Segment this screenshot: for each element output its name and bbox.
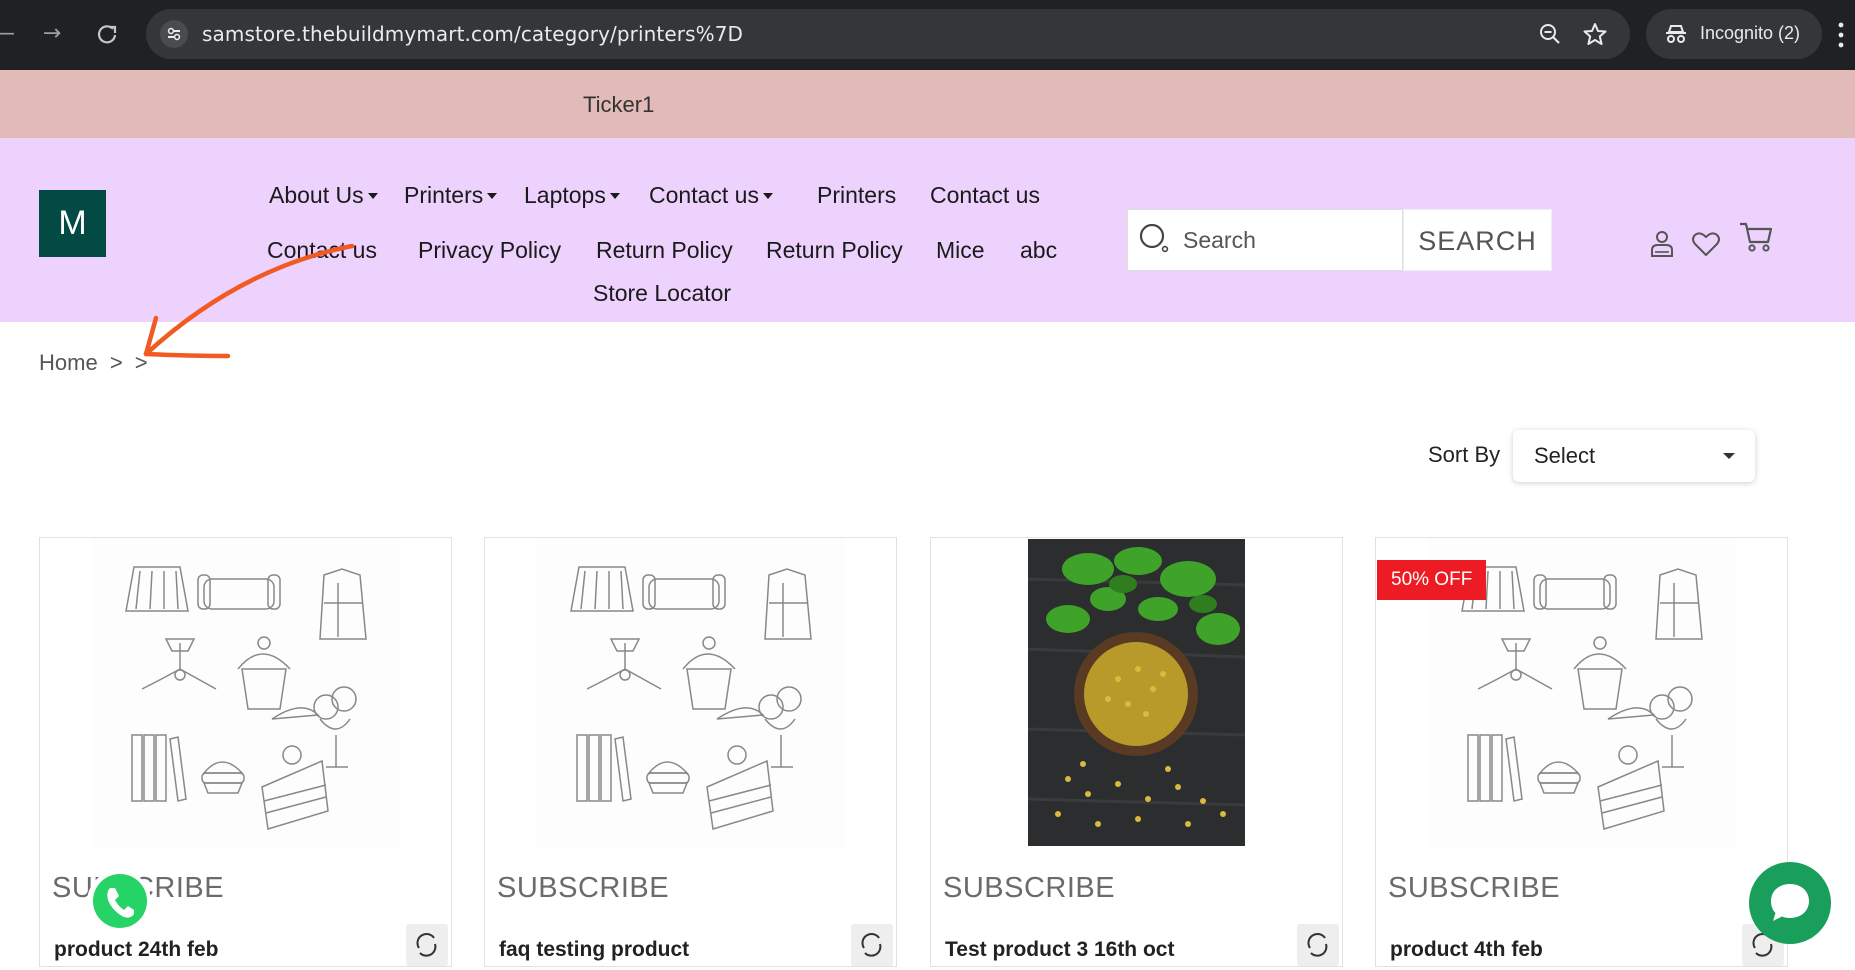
browser-menu-icon[interactable] [1838,20,1844,50]
bookmark-star-icon[interactable] [1582,21,1608,47]
incognito-button[interactable]: Incognito (2) [1646,9,1822,59]
product-placeholder-image [91,539,400,847]
product-card[interactable]: 50% OFF SUBSCRIBE product 4th feb [1375,537,1788,967]
product-placeholder-image [536,539,845,847]
site-logo[interactable]: M [39,190,106,257]
nav-contact-us-dropdown[interactable]: Contact us [649,182,773,209]
chevron-down-icon [1723,453,1735,459]
wishlist-heart-icon[interactable] [1691,230,1721,258]
nav-store-locator[interactable]: Store Locator [593,280,731,307]
zoom-icon[interactable] [1538,22,1562,46]
forward-arrow-icon[interactable]: → [36,18,68,50]
nav-return-policy-2[interactable]: Return Policy [766,237,903,264]
compare-button[interactable] [406,924,448,966]
caret-down-icon [609,193,620,199]
discount-badge: 50% OFF [1377,560,1487,600]
chat-bubble-icon [1771,884,1809,921]
breadcrumb-home[interactable]: Home [39,350,98,375]
nav-contact-us[interactable]: Contact us [930,182,1040,209]
product-name[interactable]: Test product 3 16th oct [945,938,1174,962]
product-photo-fenugreek [1028,539,1245,846]
ticker-bar: Ticker1 [0,70,1855,138]
caret-down-icon [762,193,773,199]
compare-button[interactable] [1297,924,1339,966]
product-name[interactable]: product 24th feb [54,938,219,962]
sort-select-value: Select [1534,443,1596,468]
browser-toolbar: — → samstore.thebuildmymart.com/category… [0,0,1855,70]
nav-laptops[interactable]: Laptops [524,182,620,209]
nav-mice[interactable]: Mice [936,237,985,264]
search-icon [1139,223,1169,253]
incognito-icon [1666,25,1686,43]
caret-down-icon [367,193,378,199]
caret-down-icon [487,193,498,199]
annotation-arrow-icon [143,243,355,359]
nav-about-us[interactable]: About Us [269,182,378,209]
cart-icon[interactable] [1738,220,1774,254]
subscribe-label[interactable]: SUBSCRIBE [497,872,669,905]
product-card[interactable]: SUBSCRIBE Test product 3 16th oct [930,537,1343,967]
whatsapp-icon[interactable] [84,866,156,938]
search-button[interactable]: SEARCH [1403,209,1552,271]
live-chat-button[interactable] [1749,862,1831,944]
ticker-text: Ticker1 [583,92,655,117]
product-name[interactable]: faq testing product [499,938,689,962]
compare-button[interactable] [851,924,893,966]
search-input[interactable] [1183,224,1393,256]
nav-return-policy[interactable]: Return Policy [596,237,733,264]
refresh-icon [416,933,437,957]
subscribe-label[interactable]: SUBSCRIBE [1388,872,1560,905]
nav-privacy-policy[interactable]: Privacy Policy [418,237,561,264]
reload-icon[interactable] [91,18,123,50]
user-icon[interactable] [1648,228,1676,260]
url-text[interactable]: samstore.thebuildmymart.com/category/pri… [202,22,743,46]
site-info-icon[interactable] [160,20,188,48]
nav-abc[interactable]: abc [1020,237,1057,264]
sort-by-label: Sort By [1428,442,1501,467]
nav-printers[interactable]: Printers [817,182,896,209]
incognito-label: Incognito (2) [1700,23,1801,43]
breadcrumb-separator: > [109,350,123,375]
product-card[interactable]: SUBSCRIBE faq testing product [484,537,897,967]
back-arrow-icon[interactable]: — [0,18,20,50]
refresh-icon [1307,933,1328,957]
subscribe-label[interactable]: SUBSCRIBE [943,872,1115,905]
product-name[interactable]: product 4th feb [1390,938,1543,962]
address-bar[interactable]: samstore.thebuildmymart.com/category/pri… [146,9,1630,59]
refresh-icon [861,933,882,957]
nav-printers-dropdown[interactable]: Printers [404,182,498,209]
search-box [1127,209,1403,271]
sort-select[interactable]: Select [1513,430,1755,482]
